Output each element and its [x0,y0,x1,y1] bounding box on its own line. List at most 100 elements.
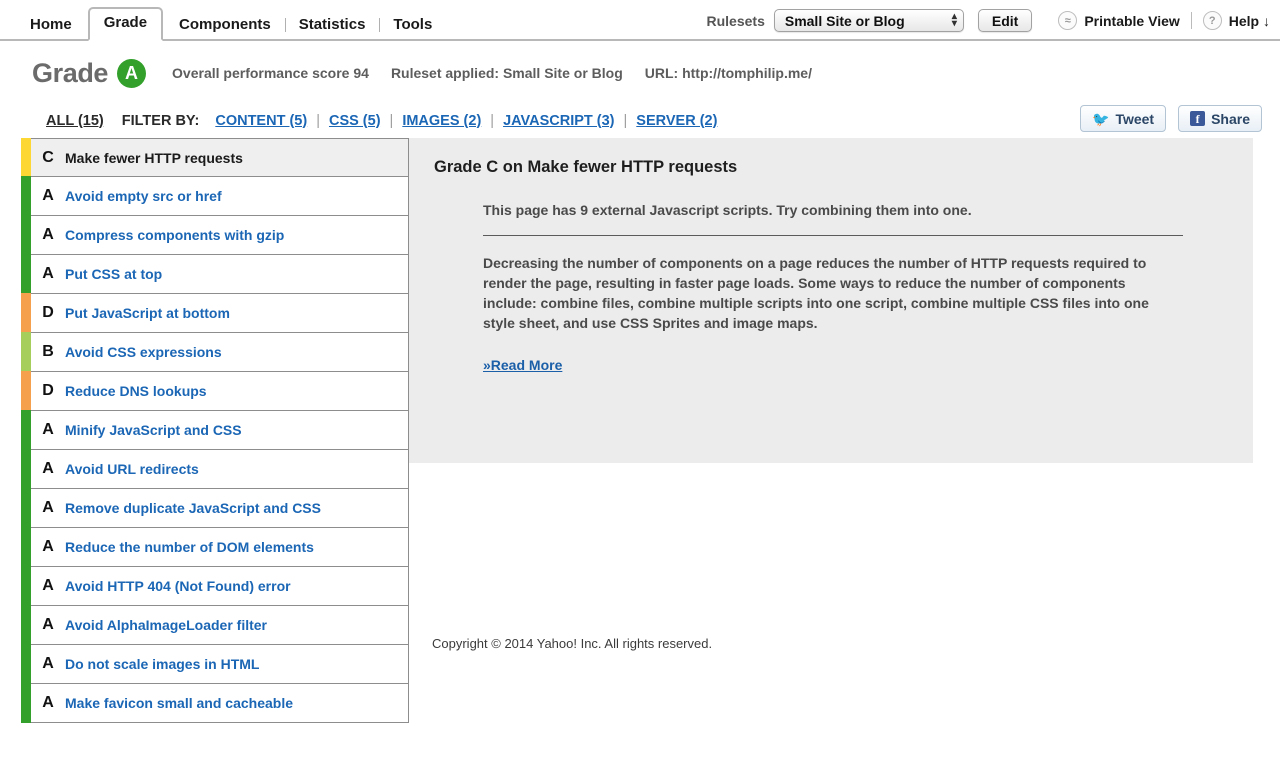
filter-all-link[interactable]: ALL (15) [46,113,104,129]
rule-grade-letter: A [42,538,54,555]
read-more-link[interactable]: »Read More [483,357,562,373]
filter-bar: ALL (15) FILTER BY: CONTENT (5) | CSS (5) |… [0,89,1280,133]
rule-detail-summary: This page has 9 external Javascript scri… [483,202,972,218]
rule-grade-letter: C [42,148,54,166]
nav-tab-components[interactable]: Components [165,9,285,41]
filter-link-images[interactable]: IMAGES (2) [402,113,481,129]
printable-view-link[interactable]: Printable View [1084,13,1179,29]
rule-grade-letter: A [42,499,54,516]
rule-detail-heading: Grade C on Make fewer HTTP requests [434,158,738,176]
filter-link-javascript[interactable]: JAVASCRIPT (3) [503,113,614,129]
rule-grade-color-bar [21,176,31,216]
filter-separator: | [490,112,495,129]
header-toolbar: Rulesets Small Site or Blog ▴ ▾ Edit ≈ Pr… [707,0,1270,41]
rule-grade-letter: A [42,694,54,711]
rule-row[interactable]: A Reduce the number of DOM elements [21,527,409,567]
rule-title: Avoid CSS expressions [65,344,222,360]
rule-title: Put CSS at top [65,266,163,282]
page-title: Grade [32,57,109,88]
rule-title: Reduce DNS lookups [65,383,207,399]
rule-grade-color-bar [21,371,31,411]
rule-detail-description: Decreasing the number of components on a… [483,255,1149,331]
rule-title: Make favicon small and cacheable [65,695,293,711]
rule-title: Reduce the number of DOM elements [65,539,314,555]
filter-link-server[interactable]: SERVER (2) [636,113,717,129]
rule-row[interactable]: A Avoid HTTP 404 (Not Found) error [21,566,409,606]
rule-row[interactable]: D Put JavaScript at bottom [21,293,409,333]
rule-grade-color-bar [21,215,31,255]
facebook-f-icon: f [1190,111,1206,126]
rule-title: Compress components with gzip [65,227,285,243]
ruleset-select[interactable]: Small Site or Blog ▴ ▾ [773,9,964,32]
filter-separator: | [623,112,628,129]
rule-row[interactable]: D Reduce DNS lookups [21,371,409,411]
rule-grade-color-bar [21,644,31,684]
rule-grade-color-bar [21,254,31,294]
rule-grade-letter: A [42,187,54,204]
rule-grade-letter: A [42,577,54,594]
rule-grade-letter: A [42,265,54,282]
chevron-updown-icon: ▴ ▾ [951,11,957,29]
rule-grade-color-bar [21,683,31,723]
printable-view-icon: ≈ [1058,11,1078,30]
overall-grade-badge: A [117,58,147,88]
rule-grade-color-bar [21,332,31,372]
rule-grade-color-bar [21,449,31,489]
ruleset-select-value: Small Site or Blog [784,12,905,29]
content-area: C Make fewer HTTP requests A Avoid empty sr… [0,138,1280,738]
rule-grade-letter: A [42,460,54,477]
rule-grade-color-bar [21,527,31,567]
rule-grade-letter: A [42,655,54,672]
rule-title: Avoid AlphaImageLoader filter [65,617,267,633]
nav-tab-statistics[interactable]: Statistics [284,9,380,41]
rule-title: Put JavaScript at bottom [65,305,230,321]
rule-grade-letter: A [42,421,54,438]
rule-row[interactable]: A Remove duplicate JavaScript and CSS [21,488,409,528]
filter-link-content[interactable]: CONTENT (5) [215,113,307,129]
rule-grade-letter: B [42,343,54,360]
share-button[interactable]: f Share [1178,105,1262,132]
rule-title: Avoid empty src or href [65,188,222,204]
rule-grade-letter: D [42,382,54,399]
filter-separator: | [316,112,320,129]
edit-ruleset-button[interactable]: Edit [977,9,1033,32]
rule-title: Avoid HTTP 404 (Not Found) error [65,578,291,594]
rule-title: Avoid URL redirects [65,461,199,477]
rule-row[interactable]: A Avoid URL redirects [21,449,409,489]
rule-detail-body: This page has 9 external Javascript scri… [409,177,1253,375]
rule-row[interactable]: B Avoid CSS expressions [21,332,409,372]
rule-row[interactable]: A Make favicon small and cacheable [21,683,409,723]
rule-row[interactable]: A Compress components with gzip [21,215,409,255]
rule-detail-panel: Grade C on Make fewer HTTP requests This… [409,138,1253,463]
grade-header: Grade A Overall performance score 94 Rul… [0,41,1280,89]
overall-score-text: Overall performance score 94 [172,65,369,81]
rule-title: Do not scale images in HTML [65,656,260,672]
rule-row[interactable]: A Minify JavaScript and CSS [21,410,409,450]
rule-title: Remove duplicate JavaScript and CSS [65,500,321,516]
rule-row[interactable]: C Make fewer HTTP requests [21,138,409,178]
help-link[interactable]: Help ↓ [1229,13,1270,29]
rule-row[interactable]: A Put CSS at top [21,254,409,294]
nav-tab-tools[interactable]: Tools [379,9,446,41]
rule-grade-letter: A [42,226,54,243]
rule-title: Make fewer HTTP requests [65,149,243,166]
rule-grade-letter: A [42,616,54,633]
help-icon: ? [1202,11,1222,30]
filter-by-label: FILTER BY: [121,112,200,129]
ruleset-applied-text: Ruleset applied: Small Site or Blog [390,65,623,81]
nav-tab-home[interactable]: Home [16,9,86,41]
grade-metadata: Overall performance score 94 Ruleset app… [172,65,812,81]
rule-row[interactable]: A Do not scale images in HTML [21,644,409,684]
twitter-bird-icon: 🐦 [1092,110,1110,127]
share-button-label: Share [1211,110,1250,127]
rule-row[interactable]: A Avoid AlphaImageLoader filter [21,605,409,645]
rule-grade-letter: D [42,304,54,321]
rule-row[interactable]: A Avoid empty src or href [21,176,409,216]
rule-grade-color-bar [21,410,31,450]
filter-links: CONTENT (5) | CSS (5) | IMAGES (2) | JAVASCRIP… [215,113,717,129]
top-navigation-bar: Home Grade Components Statistics Tools Rules… [0,0,1280,41]
nav-tabs: Home Grade Components Statistics Tools [16,7,446,41]
nav-tab-grade[interactable]: Grade [87,7,164,41]
tweet-button[interactable]: 🐦 Tweet [1080,105,1167,132]
filter-link-css[interactable]: CSS (5) [329,113,381,129]
